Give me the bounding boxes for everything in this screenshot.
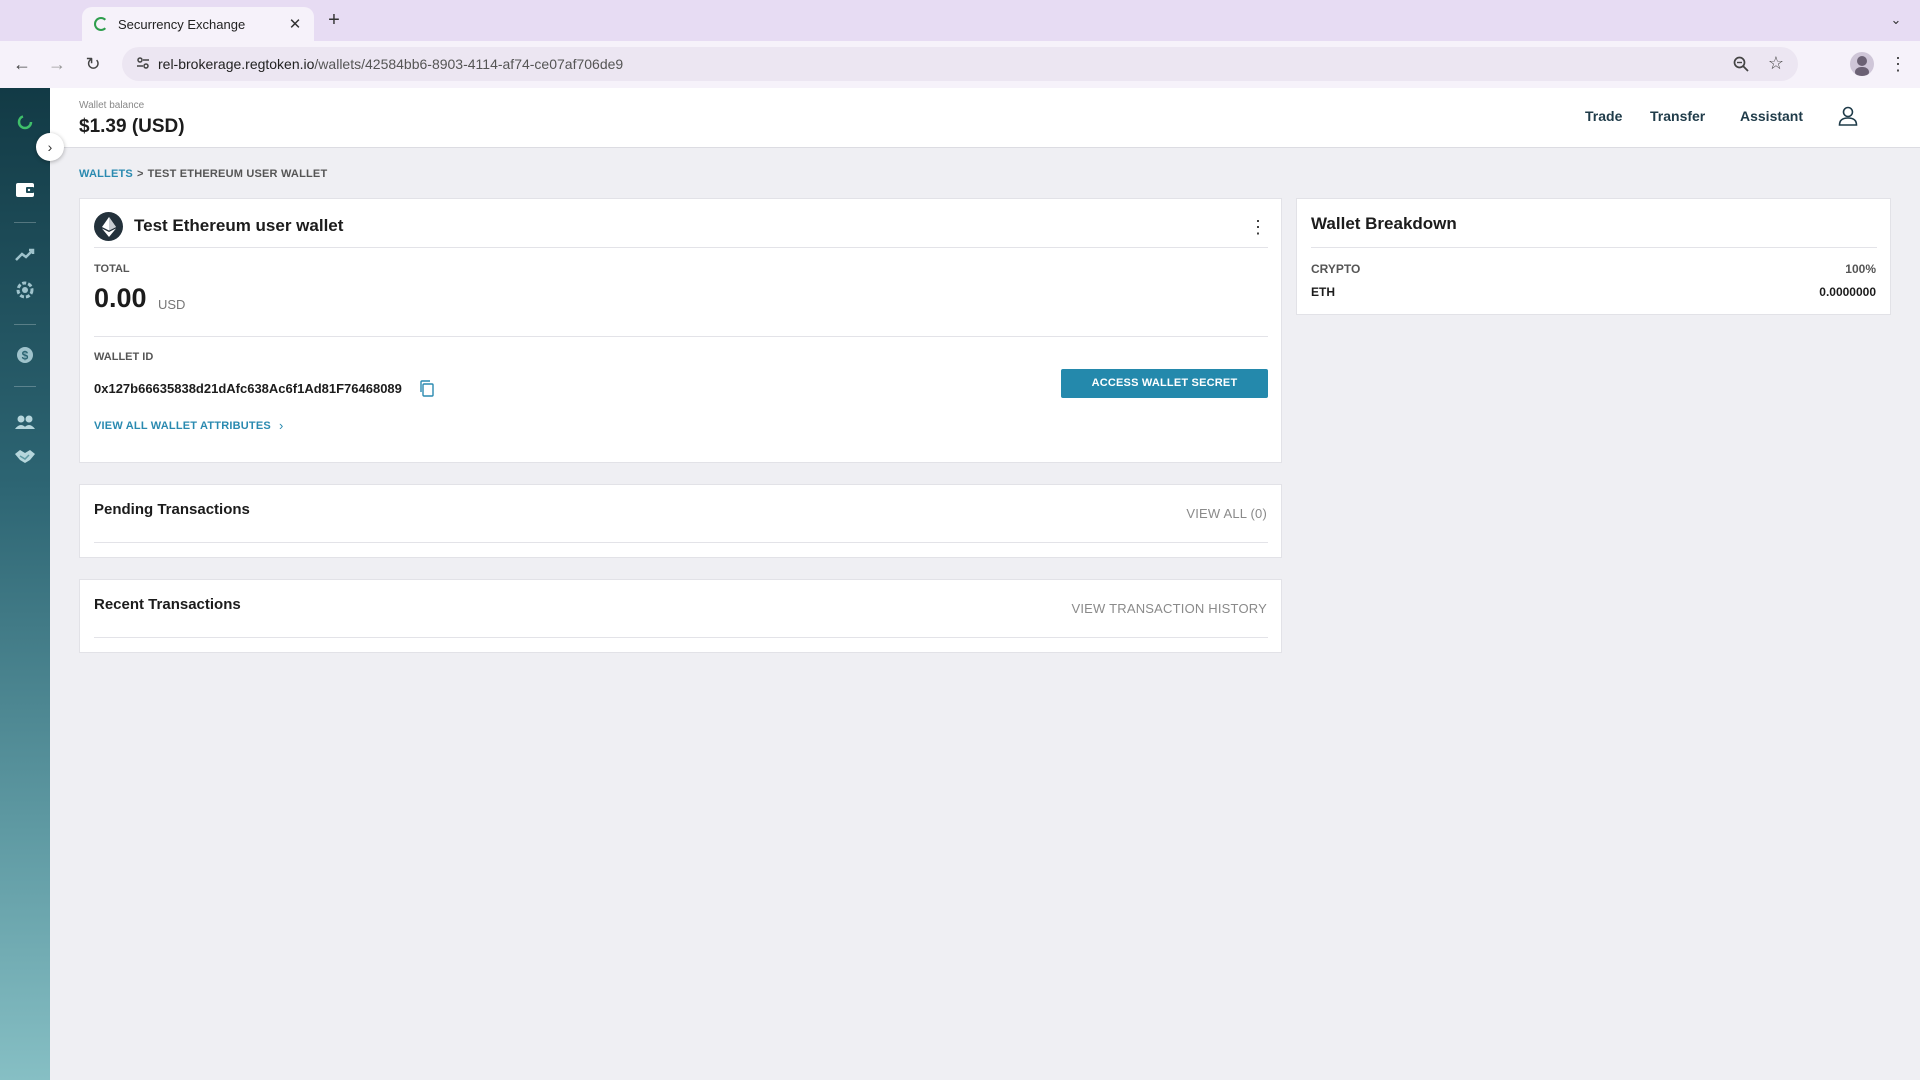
wallet-title-divider (94, 247, 1268, 248)
back-arrow-icon[interactable]: ← (11, 53, 33, 75)
access-wallet-secret-button[interactable]: ACCESS WALLET SECRET (1061, 369, 1268, 398)
site-favicon-icon (94, 17, 108, 31)
forward-arrow-icon[interactable]: → (46, 53, 68, 75)
wallet-balance-label: Wallet balance (79, 100, 145, 111)
breadcrumb-separator: > (136, 168, 144, 180)
view-all-pending-link[interactable]: VIEW ALL (0) (1186, 506, 1267, 521)
close-tab-icon[interactable]: ✕ (286, 15, 304, 33)
sidebar-divider (14, 324, 36, 325)
exchange-gear-icon[interactable] (13, 278, 37, 302)
user-profile-icon[interactable] (1836, 104, 1860, 128)
breakdown-divider (1311, 247, 1877, 248)
tab-title: Securrency Exchange (118, 16, 246, 32)
breakdown-row-label: CRYPTO (1311, 262, 1361, 276)
reload-icon[interactable]: ↻ (82, 53, 104, 75)
sidebar-divider (14, 386, 36, 387)
new-tab-button[interactable]: + (324, 10, 344, 30)
nav-assistant-link[interactable]: Assistant (1740, 108, 1803, 124)
tab-search-chevron-icon[interactable]: ⌄ (1886, 10, 1906, 30)
browser-tab-strip: Securrency Exchange ✕ + ⌄ (0, 0, 1920, 41)
wallet-id-value: 0x127b66635838d21dAfc638Ac6f1Ad81F764680… (94, 381, 402, 396)
view-transaction-history-link[interactable]: VIEW TRANSACTION HISTORY (1072, 601, 1268, 616)
bookmark-star-icon[interactable]: ☆ (1768, 53, 1784, 74)
breadcrumb-wallets-link[interactable]: WALLETS (79, 168, 133, 180)
wallet-card: Test Ethereum user wallet ⋮ TOTAL 0.00 U… (79, 198, 1282, 463)
app-header: Wallet balance $1.39 (USD) Trade Transfe… (50, 88, 1920, 148)
total-label: TOTAL (94, 263, 130, 275)
breakdown-row-value: 100% (1845, 262, 1876, 276)
nav-transfer-link[interactable]: Transfer (1650, 108, 1705, 124)
sidebar-divider (14, 222, 36, 223)
chevron-right-icon[interactable]: › (279, 418, 283, 433)
breadcrumb-current: TEST ETHEREUM USER WALLET (147, 168, 328, 180)
browser-menu-icon[interactable]: ⋮ (1888, 53, 1908, 75)
handshake-icon[interactable] (13, 444, 37, 468)
breakdown-row-label: ETH (1311, 285, 1335, 299)
total-divider (94, 336, 1268, 337)
ethereum-icon (94, 212, 123, 241)
app-sidebar: $ (0, 88, 50, 1080)
nav-trade-link[interactable]: Trade (1585, 108, 1622, 124)
browser-toolbar: ← → ↻ rel-brokerage.regtoken.io/wallets/… (0, 41, 1920, 88)
pending-divider (94, 542, 1268, 543)
breadcrumb: WALLETS > TEST ETHEREUM USER WALLET (79, 168, 327, 180)
pending-transactions-card: Pending Transactions VIEW ALL (0) (79, 484, 1282, 558)
sidebar-expand-chevron-icon[interactable]: › (36, 133, 64, 161)
wallet-balance-value: $1.39 (USD) (79, 116, 185, 137)
total-value: 0.00 (94, 283, 147, 313)
recent-transactions-title: Recent Transactions (94, 596, 241, 613)
browser-profile-avatar[interactable] (1850, 52, 1874, 76)
app-logo-icon[interactable] (13, 110, 37, 134)
recent-transactions-card: Recent Transactions VIEW TRANSACTION HIS… (79, 579, 1282, 653)
dollar-coin-icon[interactable]: $ (13, 343, 37, 367)
wallet-title: Test Ethereum user wallet (134, 216, 344, 235)
zoom-icon[interactable] (1732, 55, 1750, 73)
wallet-breakdown-title: Wallet Breakdown (1311, 214, 1457, 233)
recent-divider (94, 637, 1268, 638)
users-icon[interactable] (13, 410, 37, 434)
pending-transactions-title: Pending Transactions (94, 501, 250, 518)
address-bar[interactable]: rel-brokerage.regtoken.io/wallets/42584b… (122, 47, 1798, 81)
browser-tab[interactable]: Securrency Exchange ✕ (82, 7, 314, 41)
wallet-more-options-icon[interactable]: ⋮ (1249, 217, 1267, 237)
view-all-wallet-attributes-link[interactable]: VIEW ALL WALLET ATTRIBUTES (94, 420, 271, 432)
url-text: rel-brokerage.regtoken.io/wallets/42584b… (158, 56, 624, 72)
wallet-breakdown-card: Wallet Breakdown CRYPTO 100% ETH 0.00000… (1296, 198, 1891, 315)
svg-text:$: $ (22, 349, 29, 363)
site-settings-icon[interactable] (134, 55, 152, 73)
trending-up-icon[interactable] (13, 243, 37, 267)
wallet-icon[interactable] (13, 178, 37, 202)
copy-icon[interactable] (419, 380, 435, 397)
breakdown-row-value: 0.0000000 (1819, 285, 1876, 299)
wallet-id-label: WALLET ID (94, 351, 154, 363)
total-unit: USD (158, 297, 186, 312)
